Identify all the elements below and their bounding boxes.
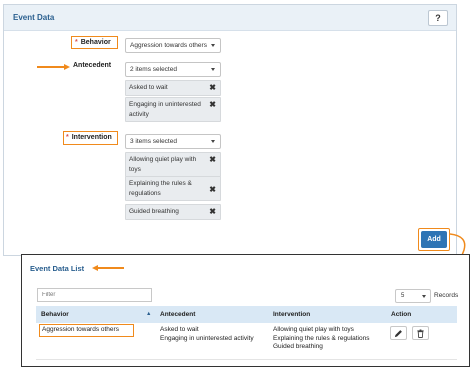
annotation-arrow-antecedent <box>37 66 65 68</box>
records-label: Records <box>434 292 459 299</box>
intervention-chip: Allowing quiet play with toys ✖ <box>125 152 221 177</box>
intervention-chip: Explaining the rules & regulations ✖ <box>125 176 221 201</box>
intervention-select-value: 3 items selected <box>130 138 177 145</box>
remove-icon[interactable]: ✖ <box>209 83 216 92</box>
behavior-select-value: Aggression towards others <box>130 42 207 49</box>
remove-icon[interactable]: ✖ <box>209 185 216 194</box>
remove-icon[interactable]: ✖ <box>209 155 216 164</box>
cell-antecedent: Engaging in uninterested activity <box>160 334 254 342</box>
cell-intervention: Explaining the rules & regulations <box>273 334 370 342</box>
behavior-select[interactable]: Aggression towards others <box>125 38 221 53</box>
trash-icon <box>417 329 424 338</box>
remove-icon[interactable]: ✖ <box>209 100 216 109</box>
add-button[interactable]: Add <box>421 231 447 248</box>
annotation-arrow-list <box>97 267 124 269</box>
chip-label: Explaining the rules & regulations <box>129 180 192 197</box>
cell-behavior: Aggression towards others <box>42 326 119 333</box>
intervention-label-text: Intervention <box>71 134 112 141</box>
help-button[interactable]: ? <box>428 10 448 26</box>
caret-down-icon <box>211 140 215 143</box>
page-size-select[interactable]: 5 <box>395 289 431 303</box>
event-data-header: Event Data ? <box>4 5 456 31</box>
sort-asc-icon[interactable]: ▲ <box>146 311 151 317</box>
cell-antecedent: Asked to wait <box>160 326 199 333</box>
filter-input[interactable] <box>37 288 152 302</box>
caret-down-icon <box>211 44 215 47</box>
table-row: Aggression towards others Asked to wait … <box>36 323 457 360</box>
column-header-antecedent: Antecedent <box>160 311 196 318</box>
behavior-label-text: Behavior <box>80 39 111 46</box>
chip-label: Engaging in uninterested activity <box>129 101 201 118</box>
required-mark: * <box>75 39 78 46</box>
antecedent-chip: Engaging in uninterested activity ✖ <box>125 97 221 122</box>
event-data-list-panel: Event Data List 5 Records Behavior ▲ Ant… <box>21 254 470 367</box>
antecedent-chip: Asked to wait ✖ <box>125 80 221 96</box>
table-header: Behavior ▲ Antecedent Intervention Actio… <box>36 306 457 323</box>
chip-label: Asked to wait <box>129 84 168 91</box>
behavior-label: * Behavior <box>75 39 111 46</box>
pencil-icon <box>394 330 402 338</box>
antecedent-select[interactable]: 2 items selected <box>125 62 221 77</box>
delete-button[interactable] <box>412 326 429 340</box>
intervention-label: * Intervention <box>66 134 112 141</box>
antecedent-label: Antecedent <box>73 62 112 69</box>
remove-icon[interactable]: ✖ <box>209 207 216 216</box>
chevron-down-icon <box>422 295 426 298</box>
page-size-value: 5 <box>401 293 405 299</box>
chip-label: Guided breathing <box>129 208 179 215</box>
chip-label: Allowing quiet play with toys <box>129 156 197 173</box>
intervention-select[interactable]: 3 items selected <box>125 134 221 149</box>
column-header-behavior[interactable]: Behavior <box>41 311 69 318</box>
cell-intervention: Allowing quiet play with toys <box>273 326 354 333</box>
caret-down-icon <box>211 68 215 71</box>
cell-intervention: Guided breathing <box>273 343 323 350</box>
column-header-action: Action <box>391 311 412 318</box>
intervention-chip: Guided breathing ✖ <box>125 204 221 220</box>
event-data-list-title: Event Data List <box>30 264 85 273</box>
event-data-title: Event Data <box>13 13 55 22</box>
antecedent-select-value: 2 items selected <box>130 66 177 73</box>
required-mark: * <box>66 134 69 141</box>
arrow-head-icon <box>64 63 70 70</box>
edit-button[interactable] <box>390 326 407 340</box>
column-header-intervention: Intervention <box>273 311 311 318</box>
